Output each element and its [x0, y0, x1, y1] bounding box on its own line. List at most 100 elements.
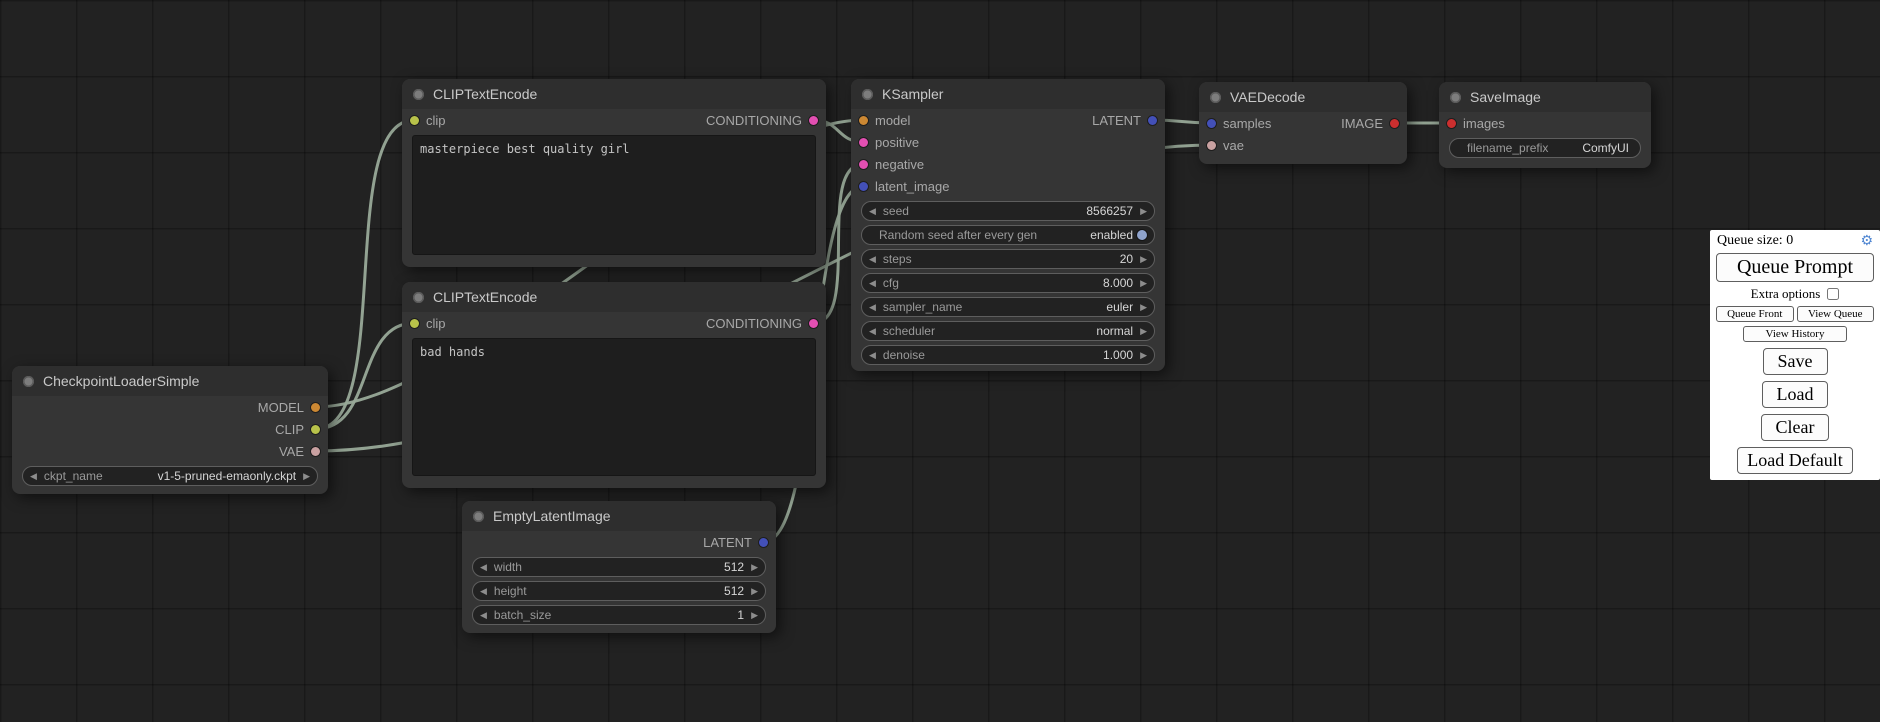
conditioning-output-dot[interactable]: [809, 116, 818, 125]
clip-output-dot[interactable]: [311, 425, 320, 434]
negative-prompt-textarea[interactable]: bad hands: [412, 338, 816, 476]
node-titlebar[interactable]: SaveImage: [1439, 82, 1651, 112]
decrement-arrow-icon[interactable]: ◀: [869, 255, 876, 264]
collapse-dot-icon[interactable]: [1450, 92, 1461, 103]
slot-label: latent_image: [875, 179, 949, 194]
view-history-button[interactable]: View History: [1743, 326, 1847, 342]
slot-row: negative: [851, 153, 1165, 175]
height-widget[interactable]: ◀ height 512 ▶: [472, 581, 766, 601]
node-titlebar[interactable]: KSampler: [851, 79, 1165, 109]
batch-size-widget[interactable]: ◀ batch_size 1 ▶: [472, 605, 766, 625]
increment-arrow-icon[interactable]: ▶: [303, 472, 310, 481]
collapse-dot-icon[interactable]: [862, 89, 873, 100]
node-checkpoint-loader[interactable]: CheckpointLoaderSimple MODEL CLIP VAE ◀ …: [12, 366, 328, 494]
vae-output-dot[interactable]: [311, 447, 320, 456]
slot-label: images: [1463, 116, 1505, 131]
collapse-dot-icon[interactable]: [413, 292, 424, 303]
decrement-arrow-icon[interactable]: ◀: [869, 207, 876, 216]
latent-image-input-dot[interactable]: [859, 182, 868, 191]
settings-gear-icon[interactable]: ⚙: [1860, 233, 1873, 249]
seed-widget[interactable]: ◀ seed 8566257 ▶: [861, 201, 1155, 221]
node-clip-text-encode-negative[interactable]: CLIPTextEncode clip CONDITIONING bad han…: [402, 282, 826, 488]
cfg-widget[interactable]: ◀ cfg 8.000 ▶: [861, 273, 1155, 293]
ckpt-name-widget[interactable]: ◀ ckpt_name v1-5-pruned-emaonly.ckpt ▶: [22, 466, 318, 486]
positive-input-dot[interactable]: [859, 138, 868, 147]
decrement-arrow-icon[interactable]: ◀: [869, 303, 876, 312]
increment-arrow-icon[interactable]: ▶: [1140, 303, 1147, 312]
images-input-dot[interactable]: [1447, 119, 1456, 128]
collapse-dot-icon[interactable]: [473, 511, 484, 522]
collapse-dot-icon[interactable]: [413, 89, 424, 100]
node-clip-text-encode-positive[interactable]: CLIPTextEncode clip CONDITIONING masterp…: [402, 79, 826, 267]
decrement-arrow-icon[interactable]: ◀: [480, 587, 487, 596]
increment-arrow-icon[interactable]: ▶: [751, 611, 758, 620]
samples-input-dot[interactable]: [1207, 119, 1216, 128]
slot-row: model LATENT: [851, 109, 1165, 131]
image-output-dot[interactable]: [1390, 119, 1399, 128]
extra-options-checkbox[interactable]: [1827, 288, 1839, 300]
decrement-arrow-icon[interactable]: ◀: [480, 563, 487, 572]
steps-widget[interactable]: ◀ steps 20 ▶: [861, 249, 1155, 269]
clip-input-dot[interactable]: [410, 319, 419, 328]
extra-options-label: Extra options: [1751, 286, 1821, 302]
node-title: CLIPTextEncode: [433, 86, 537, 102]
slot-row: latent_image: [851, 175, 1165, 197]
node-title: KSampler: [882, 86, 943, 102]
node-ksampler[interactable]: KSampler model LATENT positive negative …: [851, 79, 1165, 371]
negative-input-dot[interactable]: [859, 160, 868, 169]
slot-label: CONDITIONING: [706, 113, 802, 128]
node-vae-decode[interactable]: VAEDecode samples IMAGE vae: [1199, 82, 1407, 164]
queue-prompt-button[interactable]: Queue Prompt: [1716, 253, 1874, 282]
slot-row: samples IMAGE: [1199, 112, 1407, 134]
latent-output-dot[interactable]: [759, 538, 768, 547]
increment-arrow-icon[interactable]: ▶: [1140, 351, 1147, 360]
node-save-image[interactable]: SaveImage images filename_prefix ComfyUI: [1439, 82, 1651, 168]
decrement-arrow-icon[interactable]: ◀: [869, 351, 876, 360]
clear-button[interactable]: Clear: [1761, 414, 1830, 441]
increment-arrow-icon[interactable]: ▶: [1140, 327, 1147, 336]
slot-label: LATENT: [1092, 113, 1141, 128]
load-button[interactable]: Load: [1762, 381, 1829, 408]
latent-output-dot[interactable]: [1148, 116, 1157, 125]
slot-row: clip CONDITIONING: [402, 312, 826, 334]
filename-prefix-widget[interactable]: filename_prefix ComfyUI: [1449, 138, 1641, 158]
increment-arrow-icon[interactable]: ▶: [1140, 255, 1147, 264]
decrement-arrow-icon[interactable]: ◀: [869, 327, 876, 336]
node-titlebar[interactable]: CLIPTextEncode: [402, 79, 826, 109]
decrement-arrow-icon[interactable]: ◀: [869, 279, 876, 288]
width-widget[interactable]: ◀ width 512 ▶: [472, 557, 766, 577]
node-titlebar[interactable]: CheckpointLoaderSimple: [12, 366, 328, 396]
queue-size-label: Queue size: 0: [1717, 233, 1793, 249]
slot-row: images: [1439, 112, 1651, 134]
decrement-arrow-icon[interactable]: ◀: [30, 472, 37, 481]
node-titlebar[interactable]: CLIPTextEncode: [402, 282, 826, 312]
positive-prompt-textarea[interactable]: masterpiece best quality girl: [412, 135, 816, 255]
node-empty-latent-image[interactable]: EmptyLatentImage LATENT ◀ width 512 ▶ ◀ …: [462, 501, 776, 633]
view-queue-button[interactable]: View Queue: [1797, 306, 1875, 322]
save-button[interactable]: Save: [1763, 348, 1828, 375]
collapse-dot-icon[interactable]: [23, 376, 34, 387]
queue-front-button[interactable]: Queue Front: [1716, 306, 1794, 322]
model-input-dot[interactable]: [859, 116, 868, 125]
collapse-dot-icon[interactable]: [1210, 92, 1221, 103]
conditioning-output-dot[interactable]: [809, 319, 818, 328]
clip-input-dot[interactable]: [410, 116, 419, 125]
random-seed-toggle[interactable]: Random seed after every gen enabled: [861, 225, 1155, 245]
increment-arrow-icon[interactable]: ▶: [1140, 207, 1147, 216]
increment-arrow-icon[interactable]: ▶: [751, 563, 758, 572]
load-default-button[interactable]: Load Default: [1737, 447, 1852, 474]
increment-arrow-icon[interactable]: ▶: [1140, 279, 1147, 288]
increment-arrow-icon[interactable]: ▶: [751, 587, 758, 596]
denoise-widget[interactable]: ◀ denoise 1.000 ▶: [861, 345, 1155, 365]
slot-label: positive: [875, 135, 919, 150]
model-output-dot[interactable]: [311, 403, 320, 412]
vae-input-dot[interactable]: [1207, 141, 1216, 150]
sampler-name-widget[interactable]: ◀ sampler_name euler ▶: [861, 297, 1155, 317]
decrement-arrow-icon[interactable]: ◀: [480, 611, 487, 620]
node-titlebar[interactable]: VAEDecode: [1199, 82, 1407, 112]
output-slot-latent: LATENT: [462, 531, 776, 553]
node-titlebar[interactable]: EmptyLatentImage: [462, 501, 776, 531]
comfy-menu-panel: Queue size: 0 ⚙ Queue Prompt Extra optio…: [1710, 230, 1880, 480]
scheduler-widget[interactable]: ◀ scheduler normal ▶: [861, 321, 1155, 341]
toggle-dot-icon[interactable]: [1137, 230, 1147, 240]
